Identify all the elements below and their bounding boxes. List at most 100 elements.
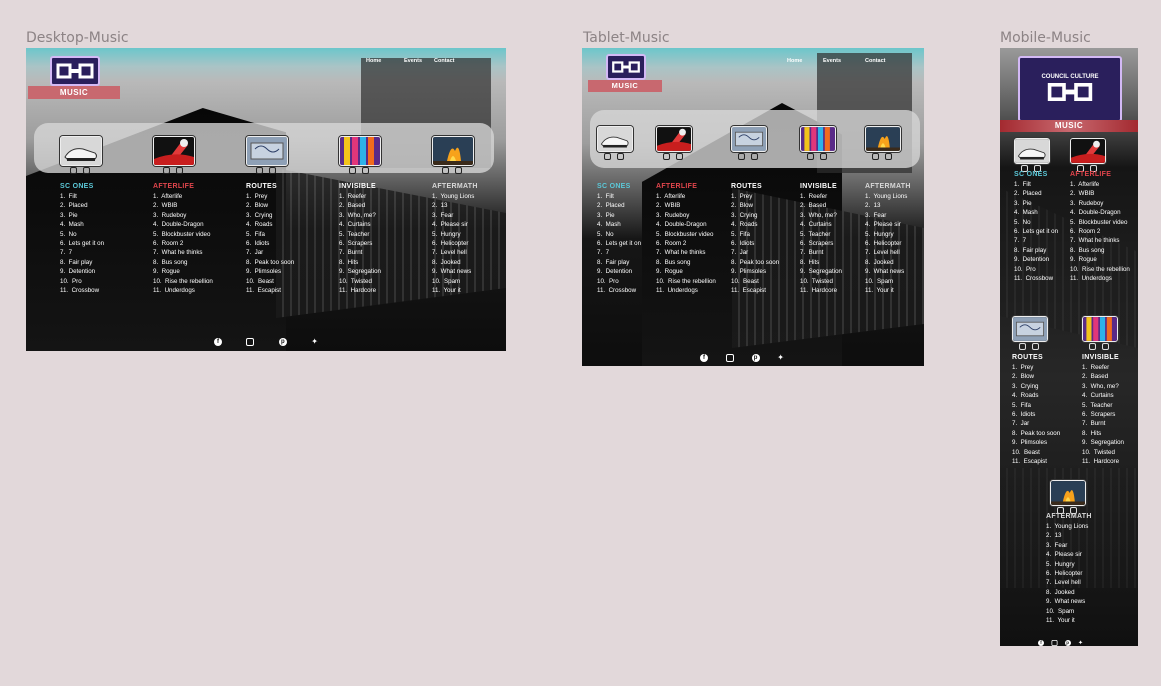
nav-contact-link[interactable]: Contact: [865, 58, 885, 64]
track-item[interactable]: 3. Fear: [432, 211, 502, 220]
colorful-hands-image[interactable]: [1082, 316, 1118, 342]
track-item[interactable]: 9. Plimsoles: [1012, 438, 1070, 447]
instagram-icon[interactable]: [1051, 640, 1058, 646]
track-item[interactable]: 10. Spam: [1046, 607, 1126, 616]
track-item[interactable]: 5. Fifa: [246, 230, 326, 239]
facebook-icon[interactable]: f: [1038, 640, 1044, 646]
track-item[interactable]: 5. Teacher: [339, 230, 427, 239]
track-item[interactable]: 4. Please sir: [865, 220, 923, 229]
track-item[interactable]: 2. Blow: [246, 201, 326, 210]
track-item[interactable]: 10. Rise the rebellion: [153, 277, 241, 286]
instagram-icon[interactable]: [176, 167, 183, 174]
track-item[interactable]: 9. Rogue: [656, 267, 728, 276]
track-item[interactable]: 6. Scrapers: [1082, 410, 1138, 419]
track-item[interactable]: 8. Jooked: [432, 258, 502, 267]
track-item[interactable]: 1. Young Lions: [865, 192, 923, 201]
track-item[interactable]: 11. Underdogs: [153, 286, 241, 295]
track-item[interactable]: 5. No: [597, 230, 652, 239]
track-item[interactable]: 5. No: [60, 230, 140, 239]
track-item[interactable]: 9. Rogue: [153, 267, 241, 276]
instagram-icon[interactable]: [1019, 343, 1026, 350]
track-item[interactable]: 6. Lets get it on: [597, 239, 652, 248]
track-item[interactable]: 10. Pro: [1014, 265, 1070, 274]
track-item[interactable]: 3. Crying: [731, 211, 797, 220]
track-item[interactable]: 5. Hungry: [1046, 560, 1126, 569]
instagram-icon[interactable]: [604, 153, 611, 160]
track-item[interactable]: 1. Afterlife: [153, 192, 241, 201]
track-item[interactable]: 3. Who, me?: [1082, 382, 1138, 391]
track-item[interactable]: 7. Burnt: [800, 248, 866, 257]
track-item[interactable]: 8. Fair play: [60, 258, 140, 267]
track-item[interactable]: 9. Segregation: [800, 267, 866, 276]
track-item[interactable]: 10. Twisted: [800, 277, 866, 286]
paint-splash-image[interactable]: [656, 126, 692, 152]
track-item[interactable]: 6. Room 2: [656, 239, 728, 248]
track-item[interactable]: 10. Spam: [432, 277, 502, 286]
track-item[interactable]: 11. Escapist: [731, 286, 797, 295]
track-item[interactable]: 8. Hits: [339, 258, 427, 267]
track-item[interactable]: 3. Pie: [60, 211, 140, 220]
track-item[interactable]: 5. Blockbuster video: [153, 230, 241, 239]
track-item[interactable]: 7. 7: [597, 248, 652, 257]
track-item[interactable]: 11. Escapist: [1012, 457, 1070, 466]
track-item[interactable]: 11. Underdogs: [1070, 274, 1136, 283]
track-item[interactable]: 9. Detention: [60, 267, 140, 276]
track-item[interactable]: 7. What he thinks: [1070, 236, 1136, 245]
track-item[interactable]: 10. Pro: [60, 277, 140, 286]
track-item[interactable]: 3. Rudeboy: [153, 211, 241, 220]
fire-image[interactable]: [865, 126, 901, 152]
instagram-icon[interactable]: [256, 167, 263, 174]
track-item[interactable]: 10. Twisted: [1082, 448, 1138, 457]
track-item[interactable]: 1. Young Lions: [1046, 522, 1126, 531]
sneaker-image[interactable]: [597, 126, 633, 152]
track-item[interactable]: 8. Fair play: [1014, 246, 1070, 255]
track-item[interactable]: 2. Blow: [731, 201, 797, 210]
instagram-icon[interactable]: [442, 167, 449, 174]
instagram-icon[interactable]: [246, 338, 255, 346]
track-item[interactable]: 7. Jar: [731, 248, 797, 257]
track-item[interactable]: 3. Pie: [1014, 199, 1070, 208]
track-item[interactable]: 8. Fair play: [597, 258, 652, 267]
track-item[interactable]: 2. 13: [865, 201, 923, 210]
track-item[interactable]: 5. Hungry: [432, 230, 502, 239]
track-item[interactable]: 6. Helicopter: [865, 239, 923, 248]
twitter-icon[interactable]: ✦: [777, 354, 784, 362]
track-item[interactable]: 9. Segregation: [339, 267, 427, 276]
colorful-hands-image[interactable]: [339, 136, 381, 166]
track-item[interactable]: 9. Detention: [597, 267, 652, 276]
track-item[interactable]: 2. Based: [1082, 372, 1138, 381]
track-item[interactable]: 3. Pie: [597, 211, 652, 220]
instagram-icon[interactable]: [1089, 343, 1096, 350]
nav-home-link[interactable]: Home: [366, 58, 404, 64]
track-item[interactable]: 11. Underdogs: [656, 286, 728, 295]
track-item[interactable]: 6. Idiots: [246, 239, 326, 248]
track-item[interactable]: 4. Please sir: [432, 220, 502, 229]
track-item[interactable]: 4. Roads: [731, 220, 797, 229]
track-item[interactable]: 1. Reefer: [339, 192, 427, 201]
track-item[interactable]: 10. Beast: [731, 277, 797, 286]
instagram-icon[interactable]: [617, 153, 624, 160]
track-item[interactable]: 2. Based: [339, 201, 427, 210]
track-item[interactable]: 1. Filt: [597, 192, 652, 201]
track-item[interactable]: 6. Idiots: [1012, 410, 1070, 419]
track-item[interactable]: 1. Filt: [60, 192, 140, 201]
track-item[interactable]: 8. Jooked: [1046, 588, 1126, 597]
instagram-icon[interactable]: [807, 153, 814, 160]
track-item[interactable]: 7. Level hell: [865, 248, 923, 257]
graffiti-truck-image[interactable]: [1012, 316, 1048, 342]
instagram-icon[interactable]: [1032, 343, 1039, 350]
instagram-icon[interactable]: [455, 167, 462, 174]
site-logo[interactable]: COUNCIL CULTURE: [1018, 56, 1122, 122]
track-item[interactable]: 1. Afterlife: [656, 192, 728, 201]
instagram-icon[interactable]: [872, 153, 879, 160]
track-item[interactable]: 3. Who, me?: [800, 211, 866, 220]
track-item[interactable]: 6. Lets get it on: [60, 239, 140, 248]
instagram-icon[interactable]: [676, 153, 683, 160]
site-logo[interactable]: [50, 56, 100, 86]
track-item[interactable]: 6. Lets get it on: [1014, 227, 1070, 236]
track-item[interactable]: 1. Reefer: [1082, 363, 1138, 372]
track-item[interactable]: 2. 13: [432, 201, 502, 210]
track-item[interactable]: 4. Curtains: [1082, 391, 1138, 400]
track-item[interactable]: 7. Level hell: [1046, 578, 1126, 587]
track-item[interactable]: 7. Jar: [1012, 419, 1070, 428]
